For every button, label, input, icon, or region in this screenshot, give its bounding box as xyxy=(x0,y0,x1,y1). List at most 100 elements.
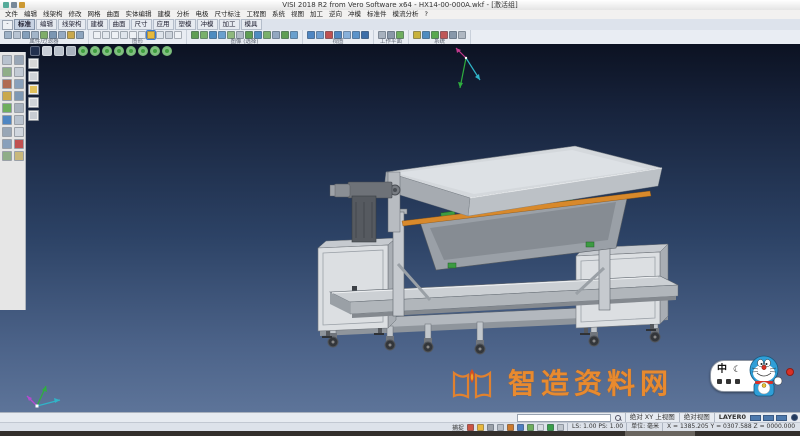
chamfer-icon[interactable] xyxy=(2,103,12,113)
properties-icon[interactable] xyxy=(67,31,75,39)
move-icon[interactable] xyxy=(14,55,24,65)
menu-item[interactable]: 曲面 xyxy=(104,10,123,19)
exit-icon[interactable] xyxy=(440,31,448,39)
help-icon[interactable] xyxy=(458,31,466,39)
zoom-all-icon[interactable] xyxy=(334,31,342,39)
view-left-icon[interactable] xyxy=(114,46,124,56)
zoom-icon[interactable] xyxy=(307,31,315,39)
status-sphere-icon[interactable] xyxy=(791,414,798,421)
page-prev-icon[interactable] xyxy=(42,46,52,56)
workplane-align-icon[interactable] xyxy=(387,31,395,39)
menu-item[interactable]: 工程图 xyxy=(244,10,270,19)
transparency-icon[interactable] xyxy=(227,31,235,39)
view-bottom-icon[interactable] xyxy=(138,46,148,56)
material-icon[interactable] xyxy=(281,31,289,39)
ime-punct-icon[interactable] xyxy=(726,379,731,384)
selection-filter-icon[interactable] xyxy=(58,31,66,39)
array-icon[interactable] xyxy=(14,115,24,125)
menu-item[interactable]: ? xyxy=(422,10,431,19)
wireframe-view-icon[interactable] xyxy=(200,31,208,39)
previous-view-icon[interactable] xyxy=(325,31,333,39)
snap-icon[interactable] xyxy=(14,139,24,149)
reset-filter-icon[interactable] xyxy=(76,31,84,39)
cad-model[interactable] xyxy=(0,44,800,412)
refresh-icon[interactable] xyxy=(431,31,439,39)
layer-color-swatch[interactable] xyxy=(763,415,774,421)
select-icon[interactable] xyxy=(2,55,12,65)
view-front-icon[interactable] xyxy=(90,46,100,56)
quality-icon[interactable] xyxy=(290,31,298,39)
stamp-button[interactable] xyxy=(28,97,39,108)
left-cabinet[interactable] xyxy=(318,238,396,338)
snap-intersect-icon[interactable] xyxy=(497,424,504,431)
snap-tangent-icon[interactable] xyxy=(517,424,524,431)
view-back-icon[interactable] xyxy=(126,46,136,56)
marker-button[interactable] xyxy=(28,84,39,95)
toolbar-tab[interactable]: 标准 xyxy=(14,19,35,30)
ime-mode-indicator[interactable]: 中 xyxy=(717,364,727,376)
menu-item[interactable]: 实体编辑 xyxy=(123,10,155,19)
mirror-icon[interactable] xyxy=(14,67,24,77)
group-icon[interactable] xyxy=(14,127,24,137)
notification-badge[interactable] xyxy=(786,368,794,376)
menu-item[interactable]: 文件 xyxy=(2,10,21,19)
toolbar-tab[interactable]: 编辑 xyxy=(36,19,57,30)
light-icon[interactable] xyxy=(263,31,271,39)
view-iso-icon[interactable] xyxy=(150,46,160,56)
offset-icon[interactable] xyxy=(2,91,12,101)
scale-icon[interactable] xyxy=(2,127,12,137)
info-icon[interactable] xyxy=(449,31,457,39)
menu-item[interactable]: 加工 xyxy=(307,10,326,19)
menu-item[interactable]: 尺寸标注 xyxy=(212,10,244,19)
fillet-icon[interactable] xyxy=(14,91,24,101)
collapse-ribbon-button[interactable]: - xyxy=(2,20,13,30)
database-icon[interactable] xyxy=(422,31,430,39)
viewport-config-icon[interactable] xyxy=(30,46,40,56)
menu-item[interactable]: 标准件 xyxy=(364,10,390,19)
toolbar-tab[interactable]: 应用 xyxy=(153,19,174,30)
ime-settings-icon[interactable] xyxy=(735,379,740,384)
quick-save-icon[interactable] xyxy=(3,2,9,8)
toolbar-tab[interactable]: 线架构 xyxy=(58,19,86,30)
search-icon[interactable] xyxy=(615,415,621,421)
workplane-icon[interactable] xyxy=(378,31,386,39)
page-icon[interactable] xyxy=(174,31,182,39)
menu-item[interactable]: 模流分析 xyxy=(390,10,422,19)
hidden-line-icon[interactable] xyxy=(209,31,217,39)
snap-quadrant-icon[interactable] xyxy=(507,424,514,431)
color-filter-icon[interactable] xyxy=(13,31,21,39)
active-folder-icon[interactable] xyxy=(147,31,155,39)
view-reference-label[interactable]: 绝对视图 xyxy=(679,413,710,422)
ime-moon-icon[interactable]: ☾ xyxy=(733,365,741,375)
page-icon[interactable] xyxy=(138,31,146,39)
snap-grid-icon[interactable] xyxy=(547,424,554,431)
view-mode-label[interactable]: 绝对 XY 上视图 xyxy=(625,413,675,422)
shading-icon[interactable] xyxy=(245,31,253,39)
page-icon[interactable] xyxy=(156,31,164,39)
texture-icon[interactable] xyxy=(254,31,262,39)
toolbar-tab[interactable]: 模具 xyxy=(241,19,262,30)
workplane-new-icon[interactable] xyxy=(396,31,404,39)
motor-gearbox[interactable] xyxy=(330,172,400,242)
view-top-icon[interactable] xyxy=(78,46,88,56)
menu-item[interactable]: 建模 xyxy=(155,10,174,19)
eraser-button[interactable] xyxy=(28,110,39,121)
menu-item[interactable]: 分析 xyxy=(174,10,193,19)
ime-keyboard-icon[interactable] xyxy=(717,379,722,384)
menu-item[interactable]: 网格 xyxy=(85,10,104,19)
settings-icon[interactable] xyxy=(413,31,421,39)
search-input[interactable] xyxy=(517,414,611,422)
rotate-icon[interactable] xyxy=(2,67,12,77)
toolbar-tab[interactable]: 加工 xyxy=(219,19,240,30)
open-graphic-icon[interactable] xyxy=(102,31,110,39)
layer-color-swatch[interactable] xyxy=(750,415,761,421)
delete-icon[interactable] xyxy=(14,103,24,113)
toolbar-tab[interactable]: 冲模 xyxy=(197,19,218,30)
toolbar-tab[interactable]: 尺寸 xyxy=(131,19,152,30)
snap-center-icon[interactable] xyxy=(487,424,494,431)
layer-filter-icon[interactable] xyxy=(22,31,30,39)
attribute-icon[interactable] xyxy=(4,31,12,39)
menu-item[interactable]: 电极 xyxy=(193,10,212,19)
notes-button[interactable] xyxy=(28,71,39,82)
measure-icon[interactable] xyxy=(2,115,12,125)
